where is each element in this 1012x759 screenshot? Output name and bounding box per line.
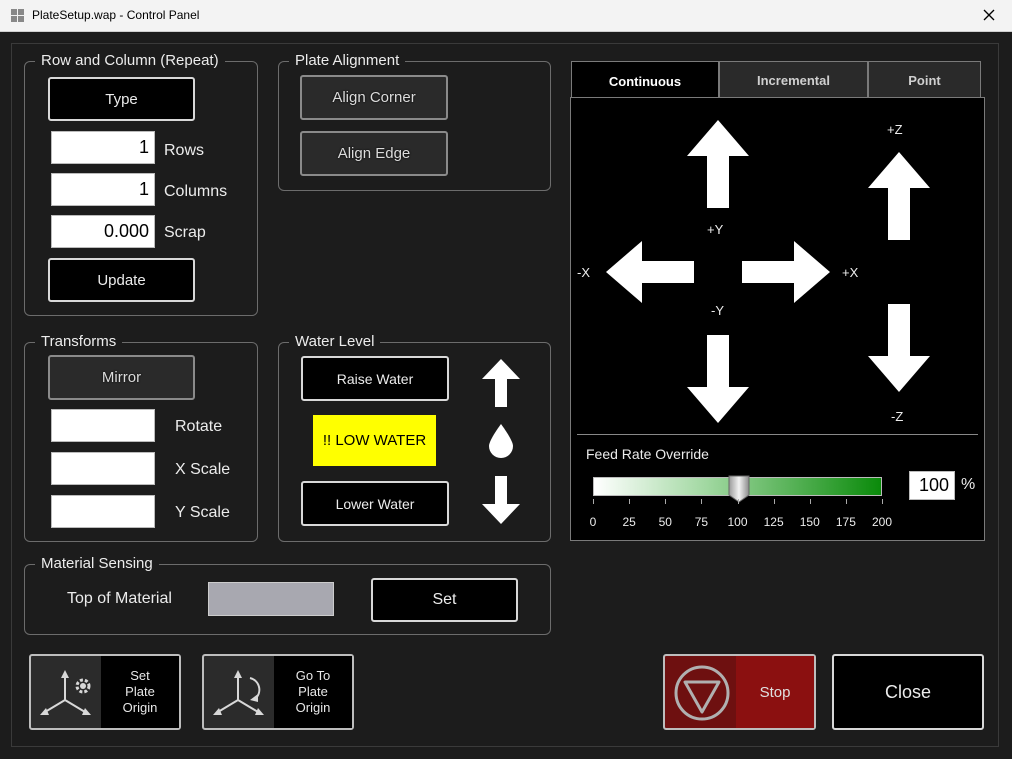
- top-of-material-field: [208, 582, 334, 616]
- slider-tick-mark: [882, 499, 883, 504]
- columns-input[interactable]: 1: [51, 173, 155, 206]
- jog-plus-y-arrow-icon[interactable]: [687, 120, 749, 208]
- title-bar: PlateSetup.wap - Control Panel: [0, 0, 1012, 32]
- raise-water-button[interactable]: Raise Water: [301, 356, 449, 401]
- update-button[interactable]: Update: [48, 258, 195, 302]
- plus-x-label: +X: [842, 265, 859, 280]
- go-to-plate-origin-label: Go To Plate Origin: [274, 656, 352, 728]
- feed-rate-label: Feed Rate Override: [586, 446, 709, 462]
- window-close-button[interactable]: [966, 0, 1012, 31]
- align-corner-button[interactable]: Align Corner: [300, 75, 448, 120]
- tab-continuous[interactable]: Continuous: [571, 61, 719, 100]
- set-material-button[interactable]: Set: [371, 578, 518, 622]
- jog-plus-z-arrow-icon[interactable]: [868, 152, 930, 240]
- water-drop-icon: [489, 424, 513, 458]
- slider-tick-mark: [629, 499, 631, 504]
- rotate-label: Rotate: [175, 418, 223, 435]
- slider-tick-label: 175: [835, 515, 856, 529]
- slider-thumb[interactable]: [728, 475, 750, 503]
- divider: [577, 434, 978, 435]
- slider-tick-label: 125: [763, 515, 784, 529]
- stop-icon: [674, 665, 730, 721]
- jog-minus-x-arrow-icon[interactable]: [606, 241, 694, 303]
- minus-y-label: -Y: [711, 303, 724, 318]
- axis-gear-icon: [40, 670, 91, 715]
- y-scale-label: Y Scale: [175, 504, 230, 521]
- jog-panel: +Y -X +X -Y +Z -Z Feed Rate Override 0 25…: [570, 97, 985, 541]
- low-water-status: !! LOW WATER: [313, 415, 436, 466]
- type-button[interactable]: Type: [48, 77, 195, 121]
- lower-water-button[interactable]: Lower Water: [301, 481, 449, 526]
- group-label: Material Sensing: [35, 555, 159, 573]
- x-scale-label: X Scale: [175, 461, 231, 478]
- jog-minus-z-arrow-icon[interactable]: [868, 304, 930, 392]
- close-icon: [983, 9, 995, 21]
- scrap-input[interactable]: 0.000: [51, 215, 155, 248]
- group-label: Plate Alignment: [289, 52, 406, 70]
- slider-tick-label: 0: [589, 515, 597, 529]
- feed-rate-slider[interactable]: [593, 475, 882, 503]
- slider-tick-label: 150: [799, 515, 820, 529]
- slider-tick-label: 200: [871, 515, 893, 529]
- lower-water-arrow-icon[interactable]: [482, 476, 520, 524]
- slider-tick-mark: [665, 499, 667, 504]
- rows-input[interactable]: 1: [51, 131, 155, 164]
- align-edge-button[interactable]: Align Edge: [300, 131, 448, 176]
- rows-label: Rows: [164, 142, 205, 159]
- jog-plus-x-arrow-icon[interactable]: [742, 241, 830, 303]
- slider-tick-mark: [737, 499, 739, 504]
- x-scale-input[interactable]: [51, 452, 155, 485]
- axis-return-icon: [213, 670, 264, 715]
- slider-tick-label: 50: [658, 515, 672, 529]
- slider-tick-label: 100: [727, 515, 748, 529]
- plus-z-label: +Z: [887, 122, 903, 137]
- set-plate-origin-button[interactable]: Set Plate Origin: [29, 654, 181, 730]
- app-icon: [11, 9, 24, 22]
- minus-z-label: -Z: [891, 409, 904, 424]
- tab-point[interactable]: Point: [868, 61, 981, 98]
- columns-label: Columns: [164, 183, 228, 200]
- mirror-button[interactable]: Mirror: [48, 355, 195, 400]
- top-of-material-label: Top of Material: [67, 590, 172, 607]
- feed-rate-unit: %: [961, 476, 976, 493]
- slider-thumb-icon: [728, 475, 749, 503]
- stop-label: Stop: [736, 656, 814, 728]
- minus-x-label: -X: [577, 265, 590, 280]
- jog-minus-y-arrow-icon[interactable]: [687, 335, 749, 423]
- group-label: Row and Column (Repeat): [35, 52, 225, 70]
- window-title: PlateSetup.wap - Control Panel: [32, 8, 200, 22]
- slider-tick-mark: [701, 499, 703, 504]
- group-label: Transforms: [35, 333, 123, 351]
- plus-y-label: +Y: [707, 222, 724, 237]
- group-label: Water Level: [289, 333, 381, 351]
- slider-tick-mark: [809, 499, 811, 504]
- slider-tick-mark: [593, 499, 594, 504]
- stop-button[interactable]: Stop: [663, 654, 816, 730]
- scrap-label: Scrap: [164, 224, 206, 241]
- tab-incremental[interactable]: Incremental: [719, 61, 868, 98]
- slider-tick-mark: [845, 499, 847, 504]
- set-plate-origin-label: Set Plate Origin: [101, 656, 179, 728]
- raise-water-arrow-icon[interactable]: [482, 359, 520, 407]
- rotate-input[interactable]: [51, 409, 155, 442]
- slider-tick-label: 25: [622, 515, 636, 529]
- feed-rate-input[interactable]: 100: [909, 471, 955, 500]
- close-button[interactable]: Close: [832, 654, 984, 730]
- slider-tick-label: 75: [694, 515, 709, 529]
- slider-tick-mark: [773, 499, 775, 504]
- go-to-plate-origin-button[interactable]: Go To Plate Origin: [202, 654, 354, 730]
- y-scale-input[interactable]: [51, 495, 155, 528]
